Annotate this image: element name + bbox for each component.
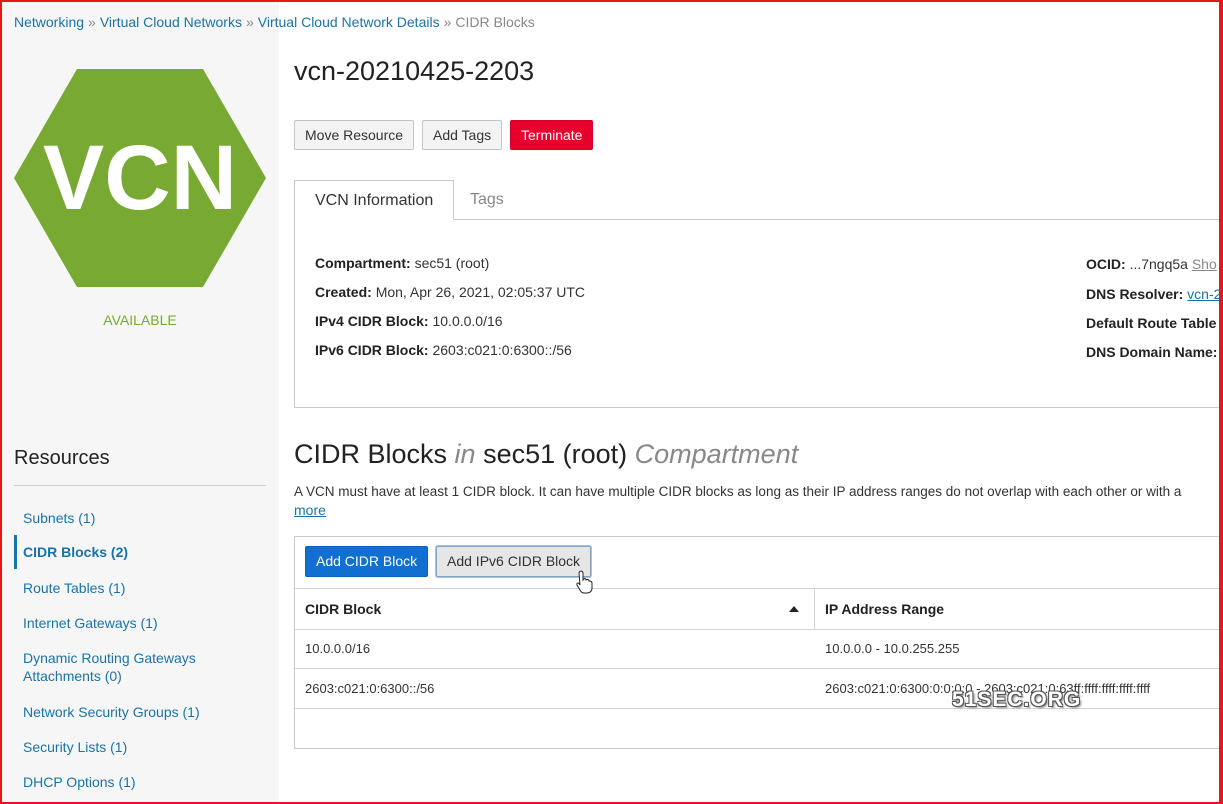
add-ipv6-cidr-block-button[interactable]: Add IPv6 CIDR Block [436,546,592,577]
tab-vcn-information[interactable]: VCN Information [294,180,455,220]
info-value: sec51 (root) [414,255,490,271]
breadcrumb-networking[interactable]: Networking [14,14,84,30]
breadcrumb: Networking» Virtual Cloud Networks» Virtua… [14,14,535,30]
vcn-logo-text: VCN [43,127,237,229]
column-header-cidr-block[interactable]: CIDR Block [305,589,381,629]
sidebar-item-drg-attachments[interactable]: Dynamic Routing Gateways Attachments (0) [14,649,266,685]
sidebar-item-label: Subnets (1) [23,510,96,526]
section-title: CIDR Blocks in sec51 (root) Compartment [294,439,798,470]
sidebar-item-security-lists[interactable]: Security Lists (1) [14,738,266,756]
tab-bar: VCN Information Tags [294,180,1223,220]
ocid-value: ...7ngq5a [1129,256,1188,272]
breadcrumb-current: CIDR Blocks [455,14,535,30]
info-label: DNS Resolver: [1086,286,1184,302]
table-row: 2603:c021:0:6300::/56 2603:c021:0:6300:0… [295,669,1223,709]
info-created: Created: Mon, Apr 26, 2021, 02:05:37 UTC [315,284,585,300]
page-title: vcn-20210425-2203 [294,56,535,86]
sidebar-item-network-security-groups[interactable]: Network Security Groups (1) [14,703,266,721]
tab-tags[interactable]: Tags [450,180,524,219]
sidebar-item-label: Security Lists (1) [23,739,128,755]
breadcrumb-separator: » [245,14,254,30]
section-title-main: CIDR Blocks [294,439,448,469]
info-ipv4-cidr: IPv4 CIDR Block: 10.0.0.0/16 [315,313,503,329]
watermark: 51SEC.ORG [952,688,1082,711]
column-divider [814,589,815,629]
sidebar-item-label: CIDR Blocks (2) [23,544,129,560]
breadcrumb-separator: » [88,14,96,30]
sidebar-item-dhcp-options[interactable]: DHCP Options (1) [14,773,266,791]
vcn-hexagon-icon: VCN [14,69,266,287]
section-description: A VCN must have at least 1 CIDR block. I… [294,484,1182,499]
terminate-button[interactable]: Terminate [510,120,594,150]
resources-title: Resources [14,447,110,469]
info-label: DNS Domain Name: [1086,344,1218,360]
sidebar-item-label: DHCP Options (1) [23,774,136,790]
move-resource-button[interactable]: Move Resource [294,120,415,150]
status-badge: AVAILABLE [103,312,177,328]
add-cidr-block-button[interactable]: Add CIDR Block [305,546,429,577]
sidebar-item-label: Route Tables (1) [23,580,126,596]
section-title-compartment: sec51 (root) [483,439,628,469]
sidebar-item-label: Dynamic Routing Gateways [23,650,196,666]
table-row: 10.0.0.0/16 10.0.0.0 - 10.0.255.255 [295,629,1223,669]
cell-cidr-block: 2603:c021:0:6300::/56 [305,681,435,696]
info-value: 10.0.0.0/16 [432,313,503,329]
info-dns-domain-name: DNS Domain Name: [1086,344,1217,360]
sidebar-item-subnets[interactable]: Subnets (1) [14,509,266,527]
info-label: Compartment: [315,255,411,271]
sidebar-item-internet-gateways[interactable]: Internet Gateways (1) [14,614,266,632]
window-frame-right-edge [1219,0,1223,804]
info-compartment: Compartment: sec51 (root) [315,255,489,271]
breadcrumb-virtual-cloud-networks[interactable]: Virtual Cloud Networks [100,14,242,30]
info-value: 2603:c021:0:6300::/56 [432,342,572,358]
dns-resolver-link[interactable]: vcn-2 [1187,286,1221,302]
sort-ascending-icon[interactable] [789,606,799,612]
section-title-suffix: Compartment [634,439,799,469]
info-default-route-table: Default Route Table [1086,315,1216,331]
info-label: IPv6 CIDR Block: [315,342,429,358]
sidebar-item-route-tables[interactable]: Route Tables (1) [14,579,266,597]
add-tags-button[interactable]: Add Tags [422,120,503,150]
table-header: CIDR Block IP Address Range [295,588,1223,630]
section-title-in: in [454,439,476,469]
cell-cidr-block: 10.0.0.0/16 [305,641,371,656]
hand-cursor-icon [576,570,593,594]
info-ocid: OCID: ...7ngq5a Sho [1086,256,1217,272]
info-value: Mon, Apr 26, 2021, 02:05:37 UTC [375,284,586,300]
resources-divider [14,485,266,486]
cell-ip-range: 10.0.0.0 - 10.0.255.255 [825,641,960,656]
sidebar-item-label: Internet Gateways (1) [23,615,158,631]
column-header-ip-range[interactable]: IP Address Range [825,589,944,629]
breadcrumb-separator: » [443,14,452,30]
info-dns-resolver: DNS Resolver: vcn-2 [1086,286,1221,302]
sidebar-item-label: Attachments (0) [23,668,122,684]
breadcrumb-vcn-details[interactable]: Virtual Cloud Network Details [258,14,440,30]
info-label: Created: [315,284,372,300]
info-ipv6-cidr: IPv6 CIDR Block: 2603:c021:0:6300::/56 [315,342,572,358]
sidebar-item-label: Network Security Groups (1) [23,704,200,720]
info-label: OCID: [1086,256,1126,272]
show-ocid-link[interactable]: Sho [1192,256,1217,272]
more-link[interactable]: more [294,502,326,518]
sidebar-item-cidr-blocks[interactable]: CIDR Blocks (2) [14,535,269,569]
info-label: IPv4 CIDR Block: [315,313,429,329]
info-label: Default Route Table [1086,315,1217,331]
